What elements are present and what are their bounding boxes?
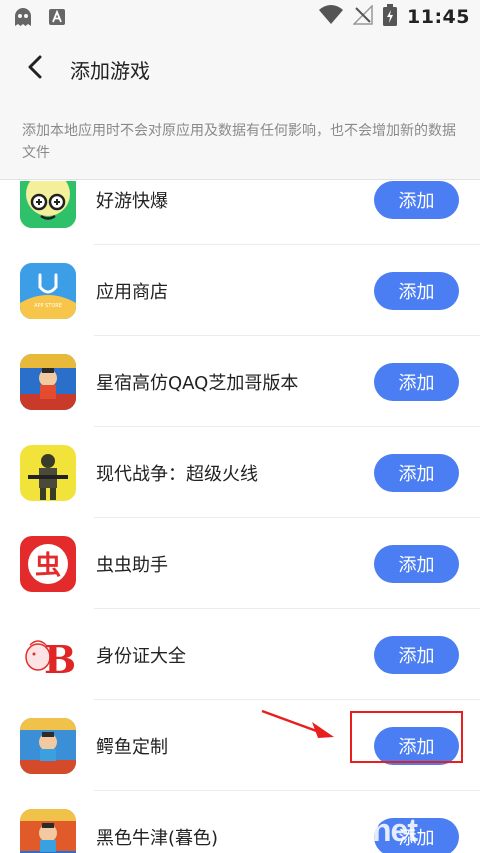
highlight-box: [350, 711, 463, 763]
watermark: net: [372, 812, 418, 848]
